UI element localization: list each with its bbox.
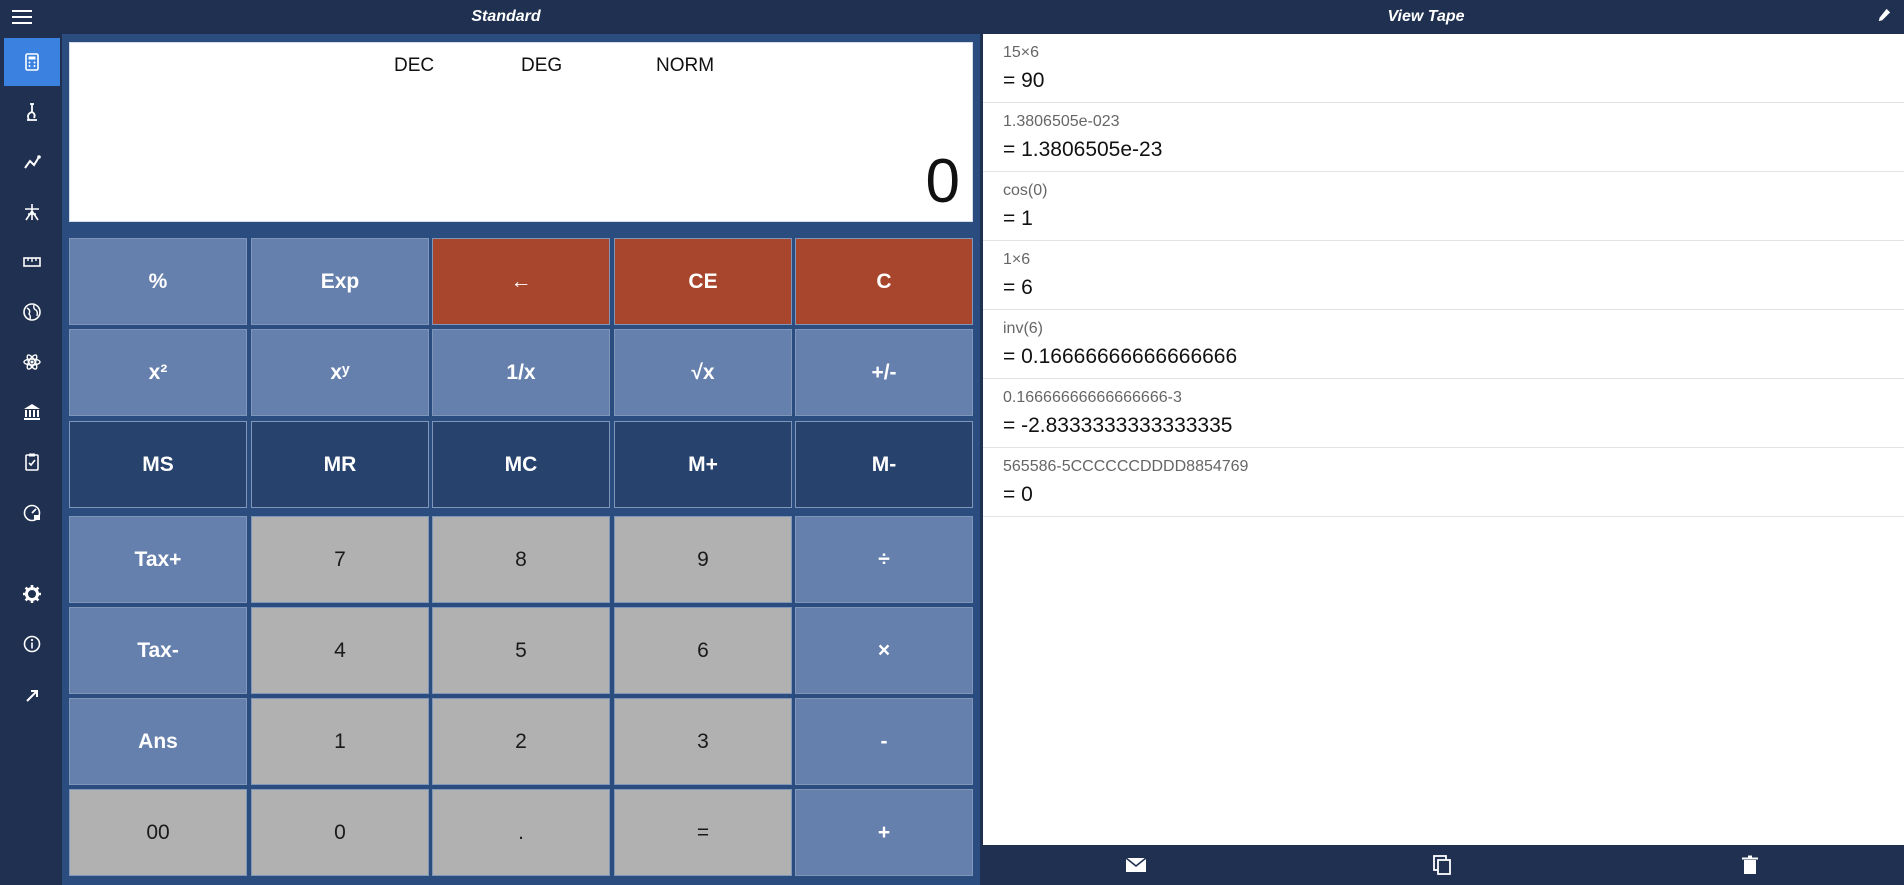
dashboard-icon[interactable]	[4, 488, 60, 536]
tape-expression: 15×6	[1003, 44, 1040, 61]
settings-icon[interactable]	[4, 570, 60, 618]
calculator-panel: DEC DEG NORM 0 % Exp ← CE C x² xʸ 1/x √x…	[62, 34, 980, 885]
info-icon[interactable]	[4, 620, 60, 668]
tape-expression: 565586-5CCCCCCDDDD8854769	[1003, 458, 1249, 475]
negate-button[interactable]: +/-	[795, 329, 973, 416]
digit-6-button[interactable]: 6	[614, 607, 792, 694]
tape-entry[interactable]: inv(6) = 0.16666666666666666	[983, 310, 1904, 379]
atom-icon[interactable]	[4, 338, 60, 386]
multiply-button[interactable]: ×	[795, 607, 973, 694]
memory-subtract-button[interactable]: M-	[795, 421, 973, 508]
digit-8-button[interactable]: 8	[432, 516, 610, 603]
subtract-button[interactable]: -	[795, 698, 973, 785]
decimal-button[interactable]: .	[432, 789, 610, 876]
network-icon[interactable]	[4, 188, 60, 236]
digit-2-button[interactable]: 2	[432, 698, 610, 785]
globe-icon[interactable]	[4, 288, 60, 336]
edit-icon[interactable]	[1876, 7, 1892, 25]
tape-result: = -2.8333333333333335	[1003, 414, 1233, 437]
tape-result: = 1	[1003, 207, 1033, 230]
power-button[interactable]: xʸ	[251, 329, 429, 416]
scientific-icon[interactable]	[4, 88, 60, 136]
reciprocal-button[interactable]: 1/x	[432, 329, 610, 416]
square-button[interactable]: x²	[69, 329, 247, 416]
equals-button[interactable]: =	[614, 789, 792, 876]
clear-button[interactable]: C	[795, 238, 973, 325]
tax-plus-button[interactable]: Tax+	[69, 516, 247, 603]
percent-button[interactable]: %	[69, 238, 247, 325]
tape-result: = 0.16666666666666666	[1003, 345, 1238, 368]
tape-footer	[983, 845, 1904, 885]
tape-entry[interactable]: 15×6 = 90	[983, 34, 1904, 103]
clipboard-icon[interactable]	[4, 438, 60, 486]
tape-expression: 0.16666666666666666-3	[1003, 389, 1182, 406]
tape-result: = 90	[1003, 69, 1045, 92]
tape-expression: cos(0)	[1003, 182, 1048, 199]
mail-icon[interactable]	[1125, 855, 1149, 877]
digit-7-button[interactable]: 7	[251, 516, 429, 603]
sidebar	[0, 34, 62, 885]
digit-4-button[interactable]: 4	[251, 607, 429, 694]
tape-expression: 1×6	[1003, 251, 1031, 268]
clear-entry-button[interactable]: CE	[614, 238, 792, 325]
tape-entry[interactable]: 1.3806505e-023 = 1.3806505e-23	[983, 103, 1904, 172]
exp-button[interactable]: Exp	[251, 238, 429, 325]
title-bar: Standard View Tape	[0, 0, 1904, 34]
tape-expression: inv(6)	[1003, 320, 1044, 337]
tape-panel: 15×6 = 90 1.3806505e-023 = 1.3806505e-23…	[983, 34, 1904, 845]
copy-icon[interactable]	[1431, 855, 1455, 877]
tape-expression: 1.3806505e-023	[1003, 113, 1120, 130]
tape-entry[interactable]: cos(0) = 1	[983, 172, 1904, 241]
delete-icon[interactable]	[1739, 855, 1763, 877]
expand-icon[interactable]	[4, 672, 60, 720]
tape-result: = 0	[1003, 483, 1033, 506]
display-value: 0	[925, 147, 960, 216]
double-zero-button[interactable]: 00	[69, 789, 247, 876]
ans-button[interactable]: Ans	[69, 698, 247, 785]
angle-indicator[interactable]: DEG	[521, 55, 562, 77]
ruler-icon[interactable]	[4, 238, 60, 286]
calculator-app: Standard View Tape DEC DEG NORM 0 % Exp …	[0, 0, 1904, 885]
calculator-icon[interactable]	[4, 38, 60, 86]
notation-indicator[interactable]: NORM	[656, 55, 714, 77]
add-button[interactable]: +	[795, 789, 973, 876]
sqrt-button[interactable]: √x	[614, 329, 792, 416]
graph-icon[interactable]	[4, 138, 60, 186]
memory-store-button[interactable]: MS	[69, 421, 247, 508]
mode-title: Standard	[471, 8, 541, 25]
backspace-button[interactable]: ←	[432, 238, 610, 325]
digit-9-button[interactable]: 9	[614, 516, 792, 603]
memory-recall-button[interactable]: MR	[251, 421, 429, 508]
tape-entry[interactable]: 1×6 = 6	[983, 241, 1904, 310]
digit-0-button[interactable]: 0	[251, 789, 429, 876]
digit-5-button[interactable]: 5	[432, 607, 610, 694]
tape-result: = 1.3806505e-23	[1003, 138, 1163, 161]
digit-1-button[interactable]: 1	[251, 698, 429, 785]
tape-entry[interactable]: 565586-5CCCCCCDDDD8854769 = 0	[983, 448, 1904, 517]
digit-3-button[interactable]: 3	[614, 698, 792, 785]
tape-result: = 6	[1003, 276, 1033, 299]
tape-title: View Tape	[1387, 8, 1465, 25]
bank-icon[interactable]	[4, 388, 60, 436]
base-indicator[interactable]: DEC	[394, 55, 434, 77]
tax-minus-button[interactable]: Tax-	[69, 607, 247, 694]
display: DEC DEG NORM 0	[69, 42, 973, 222]
memory-clear-button[interactable]: MC	[432, 421, 610, 508]
divide-button[interactable]: ÷	[795, 516, 973, 603]
tape-entry[interactable]: 0.16666666666666666-3 = -2.8333333333333…	[983, 379, 1904, 448]
memory-add-button[interactable]: M+	[614, 421, 792, 508]
